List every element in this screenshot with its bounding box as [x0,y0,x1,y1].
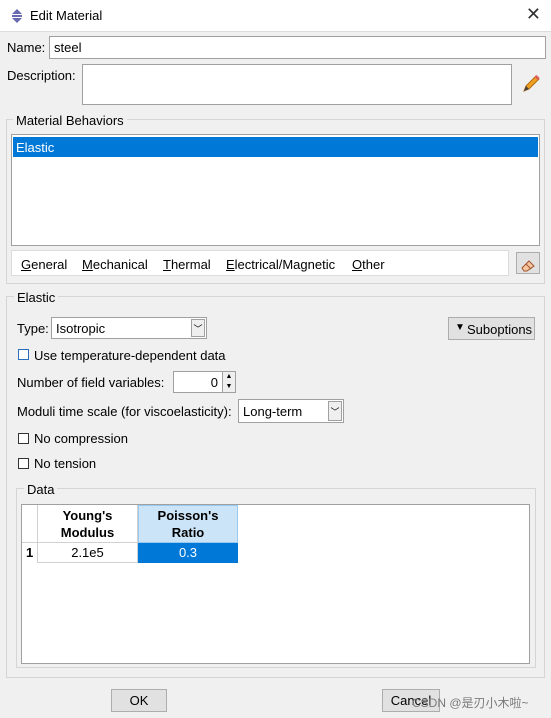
tab-thermal[interactable]: Thermal [163,257,211,272]
suboptions-label: Suboptions [467,322,533,337]
tab-general[interactable]: General [21,257,67,272]
column-header-poissons-ratio[interactable]: Poisson's Ratio [138,505,238,543]
table-cell-youngs-modulus[interactable]: 2.1e5 [38,543,138,563]
triangle-down-icon: ▼ [455,322,465,333]
type-dropdown[interactable]: Isotropic ﹀ [51,317,207,339]
material-behaviors-legend: Material Behaviors [13,113,127,128]
suboptions-button[interactable]: ▼ Suboptions [448,317,535,340]
no-compression-checkbox[interactable] [18,433,29,444]
type-value: Isotropic [56,321,106,336]
window-title: Edit Material [30,8,103,23]
no-tension-checkbox[interactable] [18,458,29,469]
no-compression-label: No compression [34,431,128,446]
name-field[interactable]: steel [49,36,546,59]
no-tension-label: No tension [34,456,97,471]
behaviors-list[interactable]: Elastic [11,134,540,246]
type-label: Type: [17,321,49,336]
spin-down-icon[interactable]: ▼ [223,382,235,392]
spin-up-icon[interactable]: ▲ [223,372,235,382]
ok-button[interactable]: OK [111,689,167,712]
tab-electrical-magnetic[interactable]: Electrical/Magnetic [226,257,335,272]
chevron-down-icon: ﹀ [191,319,205,337]
row-header[interactable]: 1 [22,543,38,563]
watermark-text: CSDN @是刃小木啦~ [412,696,529,710]
temperature-dependent-label: Use temperature-dependent data [34,348,226,363]
data-legend: Data [24,482,58,497]
list-item-elastic[interactable]: Elastic [13,137,538,157]
eraser-icon [521,260,535,272]
tab-mechanical[interactable]: Mechanical [82,257,148,272]
list-item-label: Elastic [16,140,55,155]
table-cell-poissons-ratio[interactable]: 0.3 [138,543,238,563]
temperature-dependent-checkbox[interactable] [18,349,29,360]
description-field[interactable] [82,64,512,105]
name-label: Name: [7,40,46,55]
field-variables-spinner[interactable]: ▲ ▼ [222,371,236,393]
elastic-legend: Elastic [14,290,59,305]
moduli-time-scale-value: Long-term [243,404,303,419]
field-variables-input[interactable]: 0 [173,371,223,393]
moduli-time-scale-dropdown[interactable]: Long-term ﹀ [238,399,344,423]
name-value: steel [54,40,82,55]
app-icon [12,9,22,23]
title-bar: Edit Material ✕ [0,0,551,32]
close-icon[interactable]: ✕ [526,4,541,25]
moduli-time-scale-label: Moduli time scale (for viscoelasticity): [17,404,232,419]
field-variables-label: Number of field variables: [17,375,165,390]
table-corner-cell [22,505,38,543]
edit-behavior-button[interactable] [516,252,540,274]
tab-other[interactable]: Other [352,257,385,272]
field-variables-value: 0 [210,375,218,390]
behavior-tabs: General Mechanical Thermal Electrical/Ma… [11,250,509,276]
data-table[interactable]: Young's Modulus Poisson's Ratio 1 2.1e5 0.… [21,504,530,664]
edit-pencil-icon[interactable] [520,73,542,95]
chevron-down-icon: ﹀ [328,401,342,421]
description-label: Description: [7,68,76,83]
column-header-youngs-modulus[interactable]: Young's Modulus [38,505,138,543]
